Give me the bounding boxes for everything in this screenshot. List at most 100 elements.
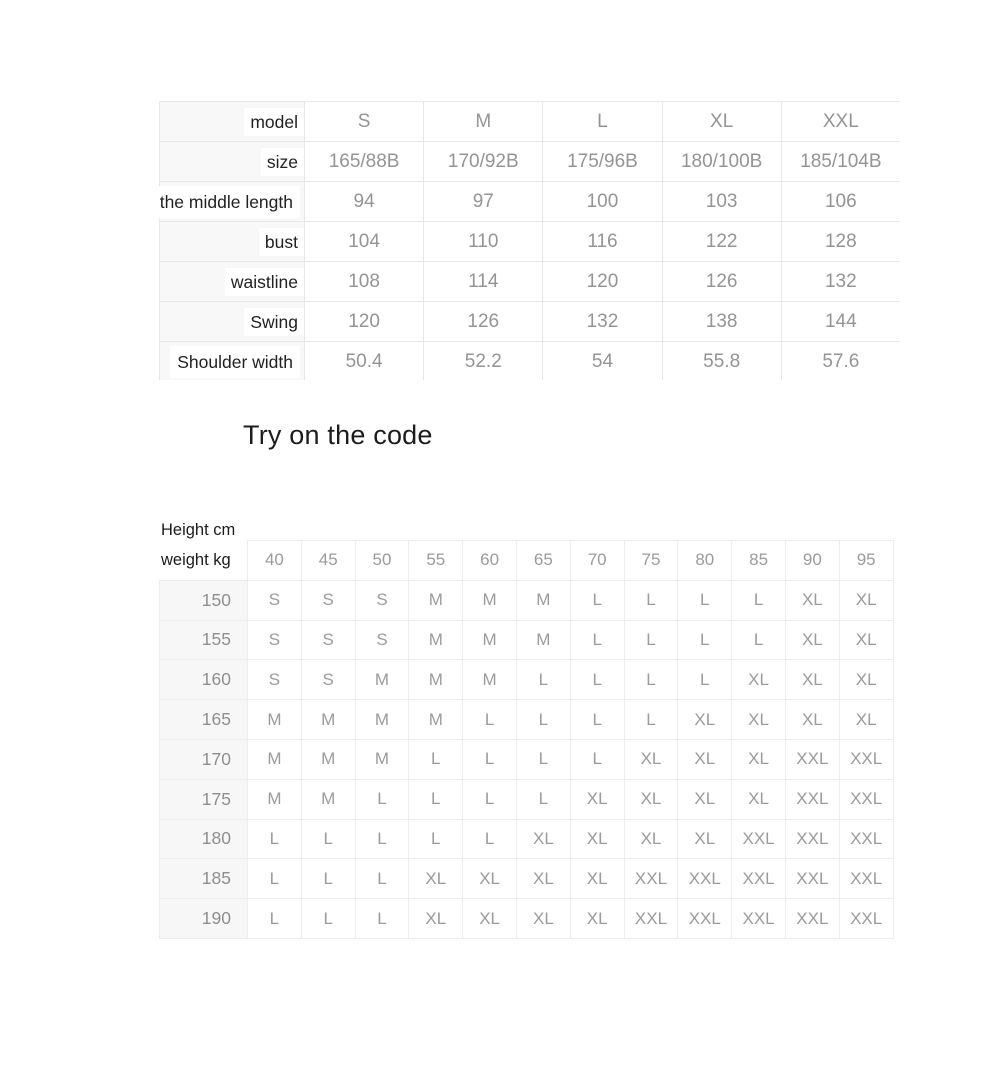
row-header-165: 165	[159, 699, 248, 740]
fit-cell-185-45: L	[300, 858, 356, 900]
fit-cell-170-85: XL	[731, 738, 786, 780]
fit-cell-165-65: L	[515, 699, 571, 740]
cell-swing-m: 126	[423, 301, 544, 342]
table-row: waistline 108 114 120 126 132	[159, 261, 900, 302]
cell-waist-s: 108	[303, 261, 425, 302]
fit-cell-170-70: L	[569, 738, 625, 780]
measurement-rows: model S M L XL XXL size 165/88B 170/92B …	[159, 101, 900, 380]
table-row: size 165/88B 170/92B 175/96B 180/100B 18…	[159, 141, 900, 182]
fit-cell-190-90: XXL	[784, 898, 840, 939]
fit-cell-170-75: XL	[623, 738, 679, 780]
fit-cell-165-40: M	[247, 699, 302, 740]
fit-cell-185-75: XXL	[623, 858, 679, 900]
col-header-45: 45	[300, 540, 356, 581]
fit-cell-165-85: XL	[731, 699, 786, 740]
table-row: Swing 120 126 132 138 144	[159, 301, 900, 342]
row-header-170: 170	[159, 738, 248, 780]
fit-cell-155-55: M	[408, 619, 464, 661]
row-label-model: model	[159, 101, 305, 142]
fit-cell-165-55: M	[408, 699, 464, 740]
row-label-after-the-middle-length: After the middle length	[159, 181, 305, 222]
row-header-150: 150	[159, 579, 248, 621]
cell-length-xxl: 106	[780, 181, 900, 222]
cell-swing-s: 120	[303, 301, 425, 342]
row-label-text: waistline	[224, 267, 304, 296]
fit-cell-150-70: L	[569, 579, 625, 621]
cell-swing-l: 132	[542, 301, 663, 342]
fit-cell-160-40: S	[247, 659, 302, 701]
fit-cell-150-65: M	[515, 579, 571, 621]
fit-cell-155-85: L	[731, 619, 786, 661]
fit-cell-175-65: L	[515, 778, 571, 820]
row-header-155: 155	[159, 619, 248, 661]
table-row: 160 S S M M M L L L L XL XL XL	[159, 659, 894, 701]
fit-cell-170-65: L	[515, 738, 571, 780]
fit-cell-180-40: L	[247, 818, 302, 860]
fit-cell-190-95: XXL	[838, 898, 894, 939]
fit-cell-175-90: XXL	[784, 778, 840, 820]
cell-swing-xxl: 144	[780, 301, 900, 342]
table-row: 170 M M M L L L L XL XL XL XXL XXL	[159, 738, 894, 780]
fit-cell-150-95: XL	[838, 579, 894, 621]
fit-cell-155-60: M	[462, 619, 517, 661]
cell-bust-m: 110	[423, 221, 544, 262]
fit-cell-170-40: M	[247, 738, 302, 780]
row-label-text: size	[260, 147, 304, 176]
fit-cell-150-40: S	[247, 579, 302, 621]
fit-cell-165-90: XL	[784, 699, 840, 740]
fit-cell-155-90: XL	[784, 619, 840, 661]
row-label-size: size	[159, 141, 305, 182]
row-label-text: bust	[258, 227, 304, 256]
table-row: 165 M M M M L L L L XL XL XL XL	[159, 699, 894, 740]
col-header-75: 75	[623, 540, 679, 581]
table-row: 150 S S S M M M L L L L XL XL	[159, 579, 894, 621]
fit-cell-160-65: L	[515, 659, 571, 701]
fit-cell-185-65: XL	[515, 858, 571, 900]
cell-length-m: 97	[423, 181, 544, 222]
fit-cell-165-70: L	[569, 699, 625, 740]
table-row: After the middle length 94 97 100 103 10…	[159, 181, 900, 222]
fit-cell-190-75: XXL	[623, 898, 679, 939]
fit-cell-150-55: M	[408, 579, 464, 621]
page-title: Try on the code	[243, 420, 433, 450]
cell-waist-xxl: 132	[780, 261, 900, 302]
fit-cell-180-80: XL	[677, 818, 733, 860]
row-label-bust: bust	[159, 221, 305, 262]
fit-table-height-label: Height cm	[160, 521, 237, 540]
cell-bust-xxl: 128	[780, 221, 900, 262]
fit-cell-175-50: L	[354, 778, 410, 820]
row-header-160: 160	[159, 659, 248, 701]
fit-cell-160-45: S	[300, 659, 356, 701]
fit-cell-170-55: L	[408, 738, 464, 780]
cell-model-m: M	[423, 101, 544, 142]
fit-cell-180-60: L	[462, 818, 517, 860]
fit-cell-180-75: XL	[623, 818, 679, 860]
table-row: bust 104 110 116 122 128	[159, 221, 900, 262]
fit-cell-155-40: S	[247, 619, 302, 661]
fit-cell-180-65: XL	[515, 818, 571, 860]
fit-cell-165-45: M	[300, 699, 356, 740]
fit-cell-190-65: XL	[515, 898, 571, 939]
fit-cell-155-45: S	[300, 619, 356, 661]
fit-cell-175-75: XL	[623, 778, 679, 820]
cell-shoulder-s: 50.4	[303, 341, 425, 380]
cell-shoulder-xxl: 57.6	[780, 341, 900, 380]
fit-cell-155-80: L	[677, 619, 733, 661]
fit-cell-160-50: M	[354, 659, 410, 701]
fit-cell-155-95: XL	[838, 619, 894, 661]
fit-cell-155-70: L	[569, 619, 625, 661]
fit-cell-150-50: S	[354, 579, 410, 621]
fit-cell-190-45: L	[300, 898, 356, 939]
cell-size-l: 175/96B	[542, 141, 663, 182]
cell-waist-l: 120	[542, 261, 663, 302]
col-header-85: 85	[731, 540, 786, 581]
cell-length-l: 100	[542, 181, 663, 222]
cell-size-xxl: 185/104B	[780, 141, 900, 182]
fit-cell-175-70: XL	[569, 778, 625, 820]
col-header-55: 55	[408, 540, 464, 581]
fit-cell-185-60: XL	[462, 858, 517, 900]
garment-measurement-table: model S M L XL XXL size 165/88B 170/92B …	[159, 101, 900, 380]
row-label-waistline: waistline	[159, 261, 305, 302]
col-header-95: 95	[838, 540, 894, 581]
row-label-text: model	[244, 107, 304, 136]
